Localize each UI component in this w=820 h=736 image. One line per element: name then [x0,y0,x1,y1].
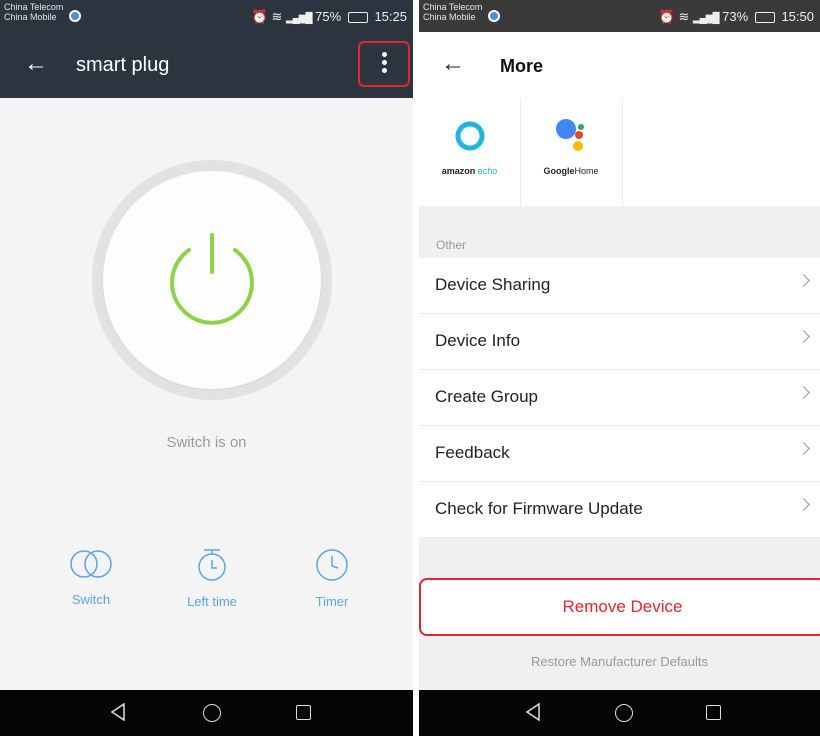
carrier-info: China Telecom China Mobile [4,2,63,22]
battery-icon [347,12,368,24]
back-arrow-icon[interactable]: ← [441,50,465,78]
clock-icon [316,549,348,581]
restore-defaults-button[interactable]: Restore Manufacturer Defaults [419,654,820,669]
menu-item-device-sharing[interactable]: Device Sharing [419,258,820,314]
alarm-icon: ⏰ [658,9,675,24]
nav-home-icon[interactable] [203,704,221,722]
section-label: Other [436,238,467,252]
integration-name: amazon echo [419,166,520,176]
product-name: Home [574,166,599,176]
app-bar: ← More [419,32,820,99]
switch-status-text: Switch is on [166,434,247,451]
android-nav-bar [0,690,413,736]
nav-home-icon[interactable] [615,704,633,722]
brand-name: amazon [441,166,476,176]
menu-item-label: Create Group [435,387,538,406]
menu-item-label: Device Info [435,331,521,350]
status-bar: China Telecom China Mobile ⏰ ≋ ▂▄▆█ 73% … [419,0,820,32]
carrier-name: China Telecom [4,2,64,12]
left-time-control[interactable]: Left time [167,548,257,609]
power-button[interactable] [92,160,332,400]
wifi-icon: ≋ [271,9,283,24]
menu-item-firmware-update[interactable]: Check for Firmware Update [419,482,820,538]
more-screen: China Telecom China Mobile ⏰ ≋ ▂▄▆█ 73% … [419,0,820,736]
control-label: Timer [315,594,349,609]
nav-recents-icon[interactable] [706,705,721,720]
menu-item-device-info[interactable]: Device Info [419,314,820,370]
stopwatch-icon [198,549,226,581]
android-nav-bar [419,690,820,736]
app-bar: ← smart plug [0,32,413,98]
switch-control[interactable]: Switch [46,548,136,607]
status-indicators: ⏰ ≋ ▂▄▆█ 75% 15:25 [252,9,407,25]
notification-icon [488,10,500,22]
google-home-tile[interactable]: GoogleHome [520,98,623,206]
google-home-icon [556,119,584,151]
nav-back-icon[interactable] [110,703,126,721]
back-arrow-icon[interactable]: ← [24,50,48,78]
signal-icon: ▂▄▆█ [285,13,313,24]
battery-percent: 75% [315,9,342,24]
settings-menu: Device Sharing Device Info Create Group … [419,258,820,538]
battery-icon [754,12,775,24]
power-button-face [103,171,321,389]
alarm-icon: ⏰ [251,9,268,24]
battery-percent: 73% [722,9,749,24]
product-name: echo [477,166,498,176]
chevron-right-icon [797,330,810,343]
nav-back-icon[interactable] [525,703,541,721]
carrier-name: China Mobile [4,12,57,22]
voice-assistant-integrations: amazon echo GoogleHome [419,98,820,206]
page-title: smart plug [76,54,170,76]
status-bar: China Telecom China Mobile ⏰ ≋ ▂▄▆█ 75% … [0,0,413,32]
brand-name: Google [543,166,575,176]
chevron-right-icon [797,386,810,399]
menu-item-feedback[interactable]: Feedback [419,426,820,482]
carrier-name: China Mobile [423,12,476,22]
smart-plug-screen: China Telecom China Mobile ⏰ ≋ ▂▄▆█ 75% … [0,0,413,736]
more-options-button[interactable] [358,41,410,87]
chevron-right-icon [797,274,810,287]
menu-item-create-group[interactable]: Create Group [419,370,820,426]
menu-item-label: Feedback [435,443,510,462]
menu-item-label: Device Sharing [435,275,551,294]
nav-recents-icon[interactable] [296,705,311,720]
control-label: Switch [71,592,111,607]
amazon-echo-icon [455,121,485,151]
notification-icon [69,10,81,22]
signal-icon: ▂▄▆█ [692,13,720,24]
remove-device-button[interactable]: Remove Device [419,578,820,636]
menu-item-label: Check for Firmware Update [435,499,643,518]
timer-control[interactable]: Timer [287,548,377,609]
status-time: 15:25 [374,9,407,24]
control-label: Left time [187,594,237,609]
status-indicators: ⏰ ≋ ▂▄▆█ 73% 15:50 [659,9,814,25]
more-vert-icon [381,49,387,76]
integration-name: GoogleHome [520,166,622,176]
chevron-right-icon [797,498,810,511]
amazon-echo-tile[interactable]: amazon echo [419,98,521,206]
carrier-info: China Telecom China Mobile [423,2,482,22]
status-time: 15:50 [781,9,814,24]
carrier-name: China Telecom [423,2,483,12]
wifi-icon: ≋ [678,9,690,24]
power-icon [170,233,254,325]
page-title: More [500,56,544,76]
toggle-icon [70,550,112,578]
chevron-right-icon [797,442,810,455]
